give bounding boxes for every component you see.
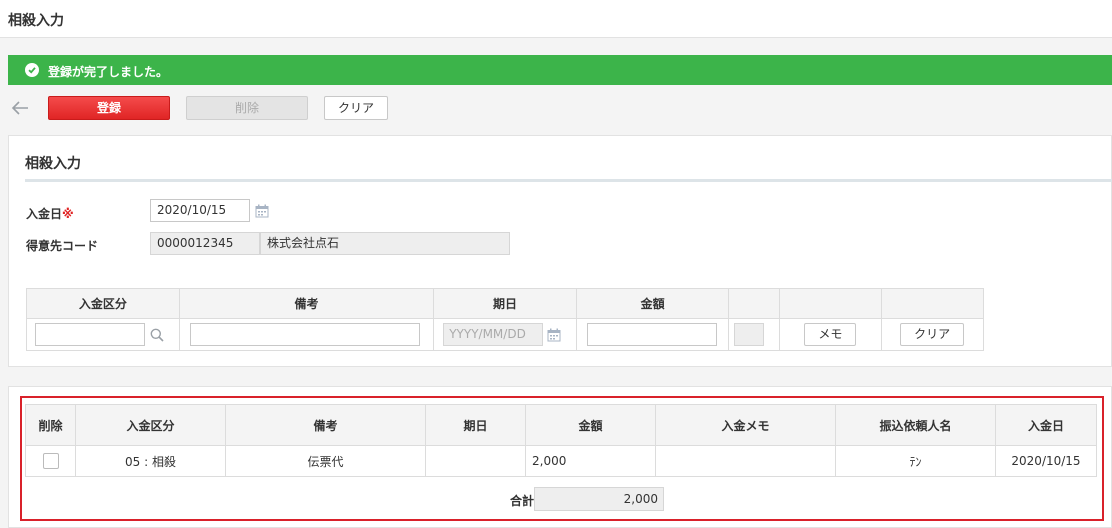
list-header-deposit-type: 入金区分 — [75, 404, 226, 446]
deposit-date-label: 入金日※ — [26, 207, 74, 221]
deposit-type-input[interactable] — [35, 323, 145, 346]
entry-panel: 相殺入力 入金日※ 2020/10/15 得意先コード 0000012345 株… — [8, 135, 1112, 367]
entry-header-deposit-type: 入金区分 — [26, 288, 180, 319]
delete-button[interactable]: 削除 — [186, 96, 308, 120]
delete-checkbox[interactable] — [42, 453, 59, 469]
customer-code-field: 0000012345 — [150, 232, 260, 255]
payer-name-cell: ﾃﾝ — [835, 445, 996, 477]
back-arrow-icon[interactable] — [9, 97, 31, 119]
entry-header-amount: 金額 — [575, 288, 730, 319]
required-mark: ※ — [62, 207, 74, 221]
clear-button[interactable]: クリア — [324, 96, 388, 120]
entry-header-blank-2 — [779, 288, 883, 319]
save-button[interactable]: 登録 — [48, 96, 170, 120]
page-title: 相殺入力 — [8, 13, 64, 29]
entry-cell-box — [728, 318, 781, 351]
memo-cell — [655, 445, 836, 477]
entry-header-blank-3 — [881, 288, 984, 319]
section-title: 相殺入力 — [25, 156, 81, 172]
total-value: 2,000 — [534, 487, 664, 511]
amount-cell: 2,000 — [525, 445, 656, 477]
check-circle-icon — [25, 63, 39, 77]
amount-input[interactable] — [586, 323, 717, 346]
table-row: 05 : 相殺 伝票代 2,000 ﾃﾝ 2020/10/15 — [25, 445, 1097, 477]
list-header-deposit-date: 入金日 — [995, 404, 1097, 446]
memo-indicator-box — [734, 323, 765, 346]
deposit-date-cell: 2020/10/15 — [995, 445, 1097, 477]
customer-name-field: 株式会社点石 — [260, 232, 510, 255]
entry-cell-remarks — [178, 318, 435, 351]
due-date-input[interactable]: YYYY/MM/DD — [443, 323, 544, 346]
alert-message: 登録が完了しました。 — [48, 65, 169, 79]
entry-cell-clear: クリア — [881, 318, 984, 351]
delete-checkbox-cell — [25, 445, 76, 477]
list-header-due-date: 期日 — [425, 404, 526, 446]
entry-cell-due-date: YYYY/MM/DD — [433, 318, 577, 351]
list-header-amount: 金額 — [525, 404, 656, 446]
deposit-type-cell: 05 : 相殺 — [75, 445, 226, 477]
list-header-remarks: 備考 — [225, 404, 426, 446]
calendar-icon[interactable] — [547, 328, 561, 345]
entry-header-blank-1 — [728, 288, 781, 319]
entry-cell-deposit-type — [26, 318, 180, 351]
due-date-cell — [425, 445, 526, 477]
customer-code-label: 得意先コード — [26, 239, 99, 253]
list-header-memo: 入金メモ — [655, 404, 836, 446]
entry-cell-amount — [575, 318, 730, 351]
search-icon[interactable] — [150, 328, 164, 345]
list-header-payer-name: 振込依頼人名 — [835, 404, 996, 446]
entry-row: YYYY/MM/DD メモ クリア — [26, 318, 984, 351]
remarks-cell: 伝票代 — [225, 445, 426, 477]
memo-button[interactable]: メモ — [804, 323, 857, 346]
entry-cell-memo: メモ — [779, 318, 883, 351]
list-table: 削除 入金区分 備考 期日 金額 入金メモ 振込依頼人名 入金日 05 : 相殺… — [25, 404, 1097, 477]
deposit-date-input[interactable]: 2020/10/15 — [150, 199, 250, 222]
calendar-icon[interactable] — [255, 204, 269, 218]
page-header: 相殺入力 — [0, 0, 1112, 38]
remarks-input[interactable] — [189, 323, 420, 346]
entry-table: 入金区分 備考 期日 金額 YYYY/MM/DD メモ クリア — [26, 288, 984, 351]
entry-header-due-date: 期日 — [433, 288, 577, 319]
total-label: 合計 — [510, 494, 535, 508]
entry-header-remarks: 備考 — [178, 288, 435, 319]
list-panel: 削除 入金区分 備考 期日 金額 入金メモ 振込依頼人名 入金日 05 : 相殺… — [8, 386, 1112, 528]
section-divider — [25, 179, 1112, 182]
success-alert: 登録が完了しました。 — [8, 55, 1112, 85]
list-header-delete: 削除 — [25, 404, 76, 446]
row-clear-button[interactable]: クリア — [900, 323, 965, 346]
